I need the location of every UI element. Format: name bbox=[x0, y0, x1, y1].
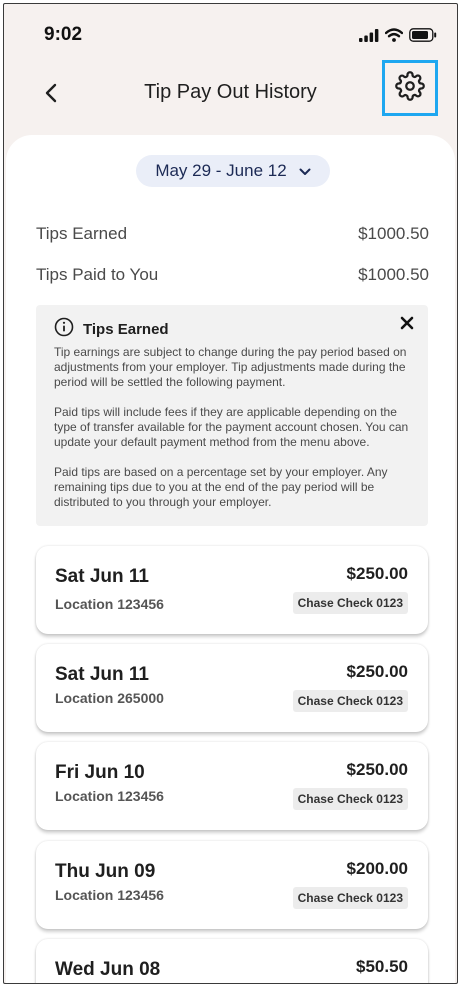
payout-amount: $250.00 bbox=[346, 564, 408, 583]
status-time: 9:02 bbox=[44, 24, 83, 45]
header: Tip Pay Out History bbox=[4, 60, 457, 134]
settings-button[interactable] bbox=[382, 60, 438, 116]
payout-item[interactable]: Thu Jun 09 Location 123456 $200.00 Chase… bbox=[36, 841, 428, 929]
payout-date: Sat Jun 11 bbox=[55, 566, 149, 587]
payout-date: Wed Jun 08 bbox=[55, 959, 161, 980]
info-circle-icon bbox=[54, 317, 74, 341]
payout-amount: $50.50 bbox=[356, 957, 408, 976]
date-range-label: May 29 - June 12 bbox=[155, 161, 287, 180]
wifi-icon bbox=[384, 28, 404, 47]
status-bar: 9:02 bbox=[4, 4, 457, 64]
info-paragraph: Tip earnings are subject to change durin… bbox=[54, 345, 407, 389]
tips-earned-value: $1000.50 bbox=[358, 224, 429, 243]
payout-amount: $250.00 bbox=[346, 662, 408, 681]
content-card: May 29 - June 12 Tips Earned $1000.50 Ti… bbox=[6, 135, 455, 983]
payout-date: Sat Jun 11 bbox=[55, 664, 149, 685]
payout-account-badge: Chase Check 0123 bbox=[292, 592, 408, 614]
payout-account-badge: Chase Check 0123 bbox=[292, 690, 408, 712]
payout-account-badge: Chase Check 0123 bbox=[292, 887, 408, 909]
tips-paid-value: $1000.50 bbox=[358, 265, 429, 284]
info-paragraph: Paid tips will include fees if they are … bbox=[54, 405, 409, 449]
payout-item[interactable]: Fri Jun 10 Location 123456 $250.00 Chase… bbox=[36, 742, 428, 830]
payout-item[interactable]: Wed Jun 08 $50.50 bbox=[36, 939, 428, 983]
payout-amount: $200.00 bbox=[346, 859, 408, 878]
tips-paid-row: Tips Paid to You $1000.50 bbox=[36, 265, 429, 285]
payout-location: Location 123456 bbox=[55, 788, 164, 804]
cellular-signal-icon bbox=[359, 28, 379, 47]
info-box-title: Tips Earned bbox=[83, 320, 169, 338]
payout-location: Location 265000 bbox=[55, 690, 164, 706]
status-icons bbox=[359, 28, 437, 47]
payout-location: Location 123456 bbox=[55, 887, 164, 903]
info-paragraph: Paid tips are based on a percentage set … bbox=[54, 465, 388, 509]
payout-date: Thu Jun 09 bbox=[55, 861, 156, 882]
payout-item[interactable]: Sat Jun 11 Location 265000 $250.00 Chase… bbox=[36, 644, 428, 732]
info-close-button[interactable] bbox=[396, 314, 418, 336]
info-box-header: Tips Earned bbox=[54, 317, 169, 341]
gear-icon bbox=[395, 70, 425, 106]
date-range-selector[interactable]: May 29 - June 12 bbox=[136, 155, 330, 187]
phone-screen: 9:02 Tip Pay Out History May 29 - June 1… bbox=[3, 3, 458, 984]
payout-account-badge: Chase Check 0123 bbox=[292, 788, 408, 810]
payout-location: Location 123456 bbox=[55, 596, 164, 612]
chevron-down-icon bbox=[299, 161, 311, 181]
tips-info-box: Tips Earned Tip earnings are subject to … bbox=[36, 305, 428, 526]
payout-item[interactable]: Sat Jun 11 Location 123456 $250.00 Chase… bbox=[36, 546, 428, 634]
tips-earned-label: Tips Earned bbox=[36, 224, 128, 243]
battery-icon bbox=[409, 28, 437, 47]
tips-earned-row: Tips Earned $1000.50 bbox=[36, 224, 429, 244]
tips-paid-label: Tips Paid to You bbox=[36, 265, 159, 284]
close-icon bbox=[400, 316, 414, 335]
info-box-text: Tip earnings are subject to change durin… bbox=[54, 345, 414, 525]
payout-amount: $250.00 bbox=[346, 760, 408, 779]
payout-date: Fri Jun 10 bbox=[55, 762, 145, 783]
